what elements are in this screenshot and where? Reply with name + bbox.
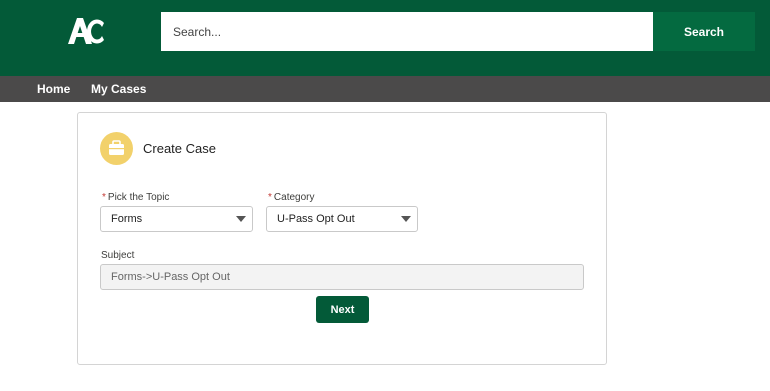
topic-label: * Pick the Topic: [102, 192, 170, 203]
topic-select-value: Forms: [111, 213, 143, 225]
subject-field[interactable]: Forms->U-Pass Opt Out: [100, 264, 584, 290]
next-button[interactable]: Next: [316, 296, 369, 323]
topic-select[interactable]: Forms: [100, 206, 253, 232]
create-case-card: Create Case * Pick the Topic Forms * Categ…: [77, 112, 607, 365]
required-indicator: *: [102, 192, 106, 203]
chevron-down-icon: [236, 216, 246, 222]
briefcase-icon: [100, 132, 133, 165]
category-select[interactable]: U-Pass Opt Out: [266, 206, 418, 232]
nav-bar: Home My Cases: [0, 76, 770, 102]
site-header: Search: [0, 0, 770, 76]
required-indicator: *: [268, 192, 272, 203]
category-select-value: U-Pass Opt Out: [277, 213, 355, 225]
subject-label: Subject: [101, 250, 135, 261]
category-label: * Category: [268, 192, 315, 203]
search-button[interactable]: Search: [653, 12, 755, 51]
search-input[interactable]: [161, 12, 654, 51]
chevron-down-icon: [401, 216, 411, 222]
logo[interactable]: [66, 16, 106, 46]
nav-item-home[interactable]: Home: [37, 82, 70, 96]
form-title: Create Case: [143, 141, 216, 156]
nav-item-my-cases[interactable]: My Cases: [91, 82, 146, 96]
